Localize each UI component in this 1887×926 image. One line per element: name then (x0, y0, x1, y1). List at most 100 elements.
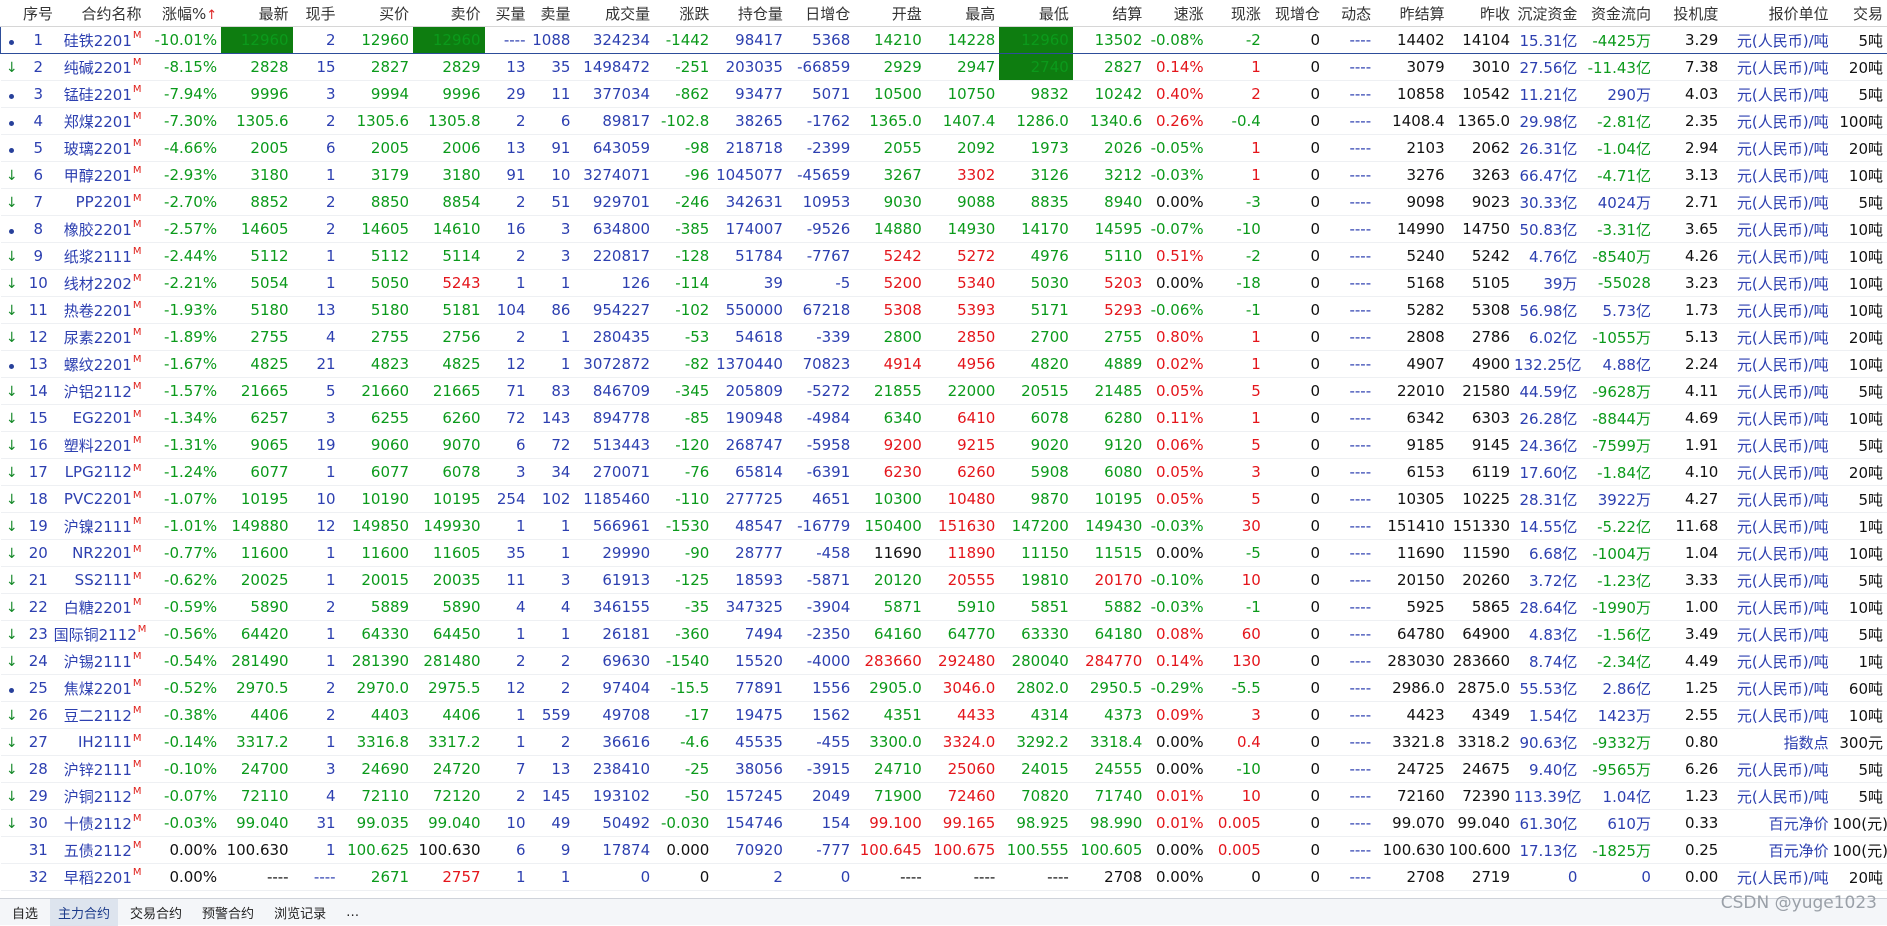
column-header[interactable]: 昨收 (1449, 0, 1514, 27)
table-cell: 0 (1265, 54, 1324, 81)
table-row[interactable]: 5玻璃2201M-4.66%20056200520061391643059-98… (1, 135, 1887, 162)
table-cell: 百元净价 (1722, 837, 1832, 864)
column-header[interactable]: 昨结算 (1375, 0, 1449, 27)
column-header[interactable]: 序号 (23, 0, 54, 27)
column-header[interactable]: 开盘 (854, 0, 925, 27)
table-row[interactable]: 31五债2112M0.00%100.6301100.625100.6306917… (1, 837, 1887, 864)
table-row[interactable]: ↓17LPG2112M-1.24%6077160776078334270071-… (1, 459, 1887, 486)
column-header[interactable]: 投机度 (1655, 0, 1722, 27)
table-cell: 3.72亿 (1514, 567, 1581, 594)
table-row[interactable]: ↓29沪铜2112M-0.07%721104721107212021451931… (1, 783, 1887, 810)
table-cell: 5910 (926, 594, 1000, 621)
column-header[interactable]: 动态 (1324, 0, 1375, 27)
table-row[interactable]: 32早稻2201M0.00%--------26712757110020----… (1, 864, 1887, 891)
table-row[interactable]: ↓9纸浆2111M-2.44%511215112511423220817-128… (1, 243, 1887, 270)
column-header[interactable]: 涨幅%↑ (146, 0, 222, 27)
column-header[interactable]: 最高 (926, 0, 1000, 27)
table-cell: 1408.4 (1375, 108, 1449, 135)
table-row[interactable]: 3锰硅2201M-7.94%99963999499962911377034-86… (1, 81, 1887, 108)
column-header[interactable]: 现增仓 (1265, 0, 1324, 27)
table-row[interactable]: ↓20NR2201M-0.77%116001116001160535129990… (1, 540, 1887, 567)
table-cell: -0.14% (146, 729, 222, 756)
table-cell: 270071 (574, 459, 654, 486)
table-cell: 64330 (340, 621, 414, 648)
table-cell: 70820 (999, 783, 1073, 810)
column-header[interactable]: 持仓量 (713, 0, 787, 27)
column-header[interactable]: 买量 (485, 0, 530, 27)
table-cell: 89817 (574, 108, 654, 135)
column-header[interactable]: 交易 (1833, 0, 1887, 27)
table-row[interactable]: 1硅铁2201M-10.01%1296021296012960----10883… (1, 27, 1887, 54)
column-header[interactable]: 买价 (340, 0, 414, 27)
tab-item-1[interactable]: 主力合约 (50, 899, 118, 926)
table-row[interactable]: ↓11热卷2201M-1.93%518013518051811048695422… (1, 297, 1887, 324)
table-row[interactable]: ↓26豆二2112M-0.38%4406244034406155949708-1… (1, 702, 1887, 729)
table-row[interactable]: ↓10线材2202M-2.21%505415050524311126-11439… (1, 270, 1887, 297)
column-header[interactable]: 卖量 (530, 0, 575, 27)
column-header[interactable]: 成交量 (574, 0, 654, 27)
column-header[interactable]: 现涨 (1208, 0, 1265, 27)
tab-item-3[interactable]: 预警合约 (194, 899, 262, 926)
table-row[interactable]: ↓21SS2111M-0.62%200251200152003511361913… (1, 567, 1887, 594)
column-header[interactable]: 速涨 (1146, 0, 1207, 27)
table-cell: 5181 (413, 297, 484, 324)
table-row[interactable]: 13螺纹2201M-1.67%482521482348251213072872-… (1, 351, 1887, 378)
table-row[interactable]: ↓15EG2201M-1.34%625736255626072143894778… (1, 405, 1887, 432)
table-cell: 0.01% (1146, 810, 1207, 837)
column-header[interactable]: 卖价 (413, 0, 484, 27)
column-header[interactable]: 最低 (999, 0, 1073, 27)
column-header[interactable]: 现手 (293, 0, 340, 27)
table-cell: 橡胶2201M (54, 216, 146, 243)
table-cell: 0 (1265, 378, 1324, 405)
table-cell: -458 (787, 540, 854, 567)
tab-item-2[interactable]: 交易合约 (122, 899, 190, 926)
column-header[interactable]: 合约名称 (54, 0, 146, 27)
column-header[interactable]: 资金流向 (1581, 0, 1655, 27)
tab-item-0[interactable]: 自选 (4, 899, 46, 926)
table-cell: 1305.8 (413, 108, 484, 135)
column-header[interactable]: 日增仓 (787, 0, 854, 27)
table-row[interactable]: ↓18PVC2201M-1.07%10195101019010195254102… (1, 486, 1887, 513)
table-row[interactable]: ↓6甲醇2201M-2.93%318013179318091103274071-… (1, 162, 1887, 189)
table-row[interactable]: ↓23国际铜2112M-0.56%64420164330644501126181… (1, 621, 1887, 648)
table-cell: 20025 (221, 567, 292, 594)
down-arrow-icon: ↓ (6, 735, 18, 751)
table-cell: 17874 (574, 837, 654, 864)
table-cell: -0.030 (654, 810, 713, 837)
table-row[interactable]: ↓19沪镍2111M-1.01%149880121498501499301156… (1, 513, 1887, 540)
table-row[interactable]: ↓28沪锌2111M-0.10%247003246902472071323841… (1, 756, 1887, 783)
table-cell: 30 (1208, 513, 1265, 540)
tab-more[interactable]: … (338, 901, 367, 924)
table-cell: 9098 (1375, 189, 1449, 216)
table-row[interactable]: ↓12尿素2201M-1.89%275542755275621280435-53… (1, 324, 1887, 351)
table-cell: 14 (23, 378, 54, 405)
table-row[interactable]: 25焦煤2201M-0.52%2970.522970.02975.5122974… (1, 675, 1887, 702)
table-cell: 4.69 (1655, 405, 1722, 432)
table-cell: 0 (1265, 756, 1324, 783)
table-row[interactable]: 4郑煤2201M-7.30%1305.621305.61305.82689817… (1, 108, 1887, 135)
table-row[interactable]: ↓22白糖2201M-0.59%589025889589044346155-35… (1, 594, 1887, 621)
column-header[interactable]: 结算 (1073, 0, 1147, 27)
column-header[interactable]: 涨跌 (654, 0, 713, 27)
table-cell: 67218 (787, 297, 854, 324)
table-cell: 2829 (413, 54, 484, 81)
table-cell: 1.91 (1655, 432, 1722, 459)
table-row[interactable]: 8橡胶2201M-2.57%1460521460514610163634800-… (1, 216, 1887, 243)
column-header[interactable]: 报价单位 (1722, 0, 1832, 27)
table-row[interactable]: ↓2纯碱2201M-8.15%2828152827282913351498472… (1, 54, 1887, 81)
table-row[interactable]: ↓7PP2201M-2.70%8852288508854251929701-24… (1, 189, 1887, 216)
table-cell: 5171 (999, 297, 1073, 324)
column-header[interactable]: 最新 (221, 0, 292, 27)
table-row[interactable]: ↓14沪铝2112M-1.57%216655216602166571838467… (1, 378, 1887, 405)
table-row[interactable]: ↓30十债2112M-0.03%99.0403199.03599.0401049… (1, 810, 1887, 837)
table-cell: 8.74亿 (1514, 648, 1581, 675)
table-row[interactable]: ↓24沪锡2111M-0.54%281490128139028148022696… (1, 648, 1887, 675)
row-marker: ↓ (1, 783, 23, 810)
table-cell: 49 (530, 810, 575, 837)
tab-item-4[interactable]: 浏览记录 (266, 899, 334, 926)
table-row[interactable]: ↓27IH2111M-0.14%3317.213316.83317.212366… (1, 729, 1887, 756)
table-cell: 9088 (926, 189, 1000, 216)
column-header[interactable]: 沉淀资金 (1514, 0, 1581, 27)
table-cell: ---- (1324, 54, 1375, 81)
table-row[interactable]: ↓16塑料2201M-1.31%90651990609070672513443-… (1, 432, 1887, 459)
